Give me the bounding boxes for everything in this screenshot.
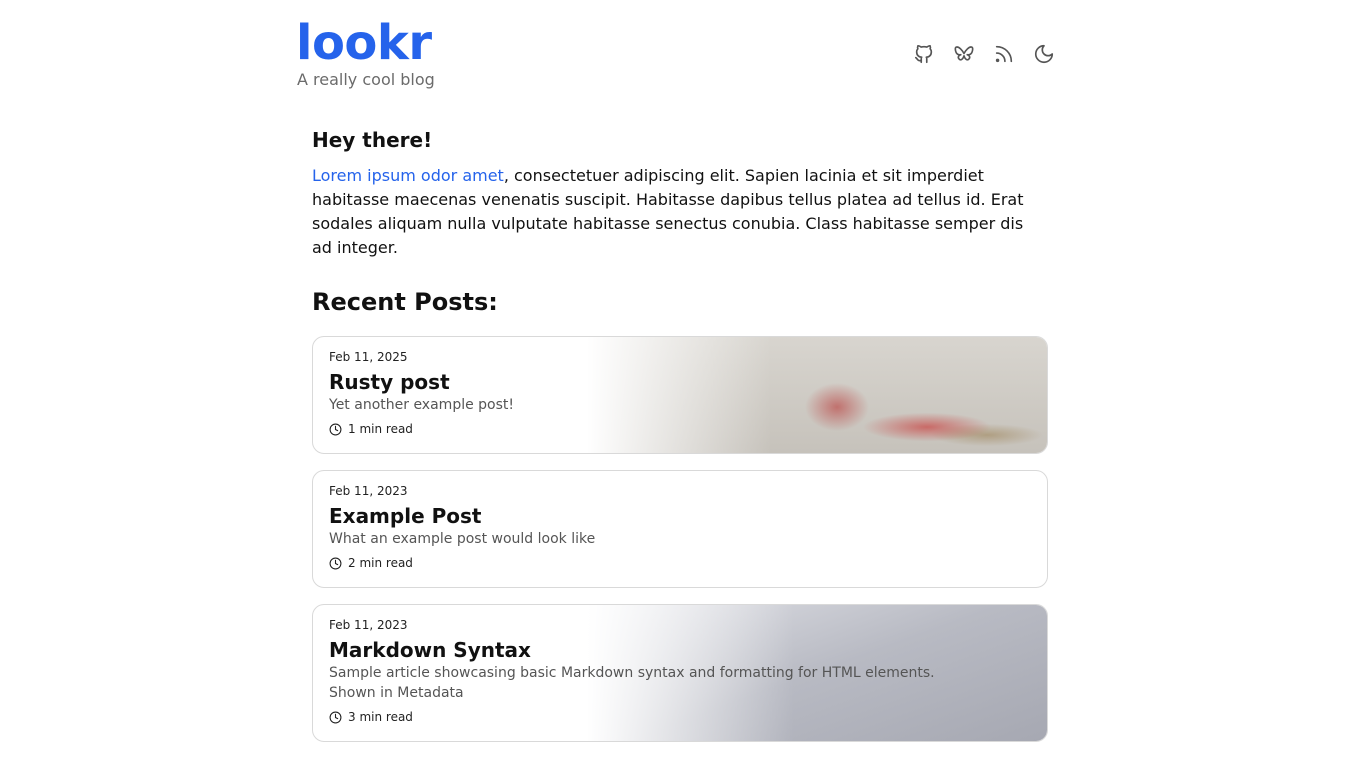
post-date: Feb 11, 2023 [329, 484, 408, 498]
post-description-metadata: Shown in Metadata [329, 685, 464, 701]
clock-icon [329, 711, 342, 724]
post-description: Sample article showcasing basic Markdown… [329, 665, 935, 681]
read-time-label: 2 min read [348, 556, 413, 570]
post-read-time: 2 min read [329, 555, 1031, 571]
site-title[interactable]: lookr [296, 14, 432, 72]
post-list: Feb 11, 2025 Rusty post Yet another exam… [312, 336, 1048, 742]
header-icon-bar [912, 42, 1056, 66]
intro-heading: Hey there! [312, 128, 433, 152]
main-content: Hey there! Lorem ipsum odor amet, consec… [312, 124, 1048, 758]
clock-icon [329, 557, 342, 570]
post-date: Feb 11, 2025 [329, 350, 408, 364]
moon-icon[interactable] [1032, 42, 1056, 66]
post-read-time: 3 min read [329, 709, 1031, 725]
rss-icon[interactable] [992, 42, 1016, 66]
bluesky-butterfly-icon[interactable] [952, 42, 976, 66]
post-date: Feb 11, 2023 [329, 618, 408, 632]
post-card-example-post[interactable]: Feb 11, 2023 Example Post What an exampl… [312, 470, 1048, 588]
post-description: Yet another example post! [329, 397, 515, 413]
post-read-time: 1 min read [329, 421, 1031, 437]
recent-posts-heading: Recent Posts: [312, 288, 498, 316]
post-card-rusty-post[interactable]: Feb 11, 2025 Rusty post Yet another exam… [312, 336, 1048, 454]
intro-link[interactable]: Lorem ipsum odor amet [312, 166, 504, 185]
post-description: What an example post would look like [329, 531, 596, 547]
intro-paragraph: Lorem ipsum odor amet, consectetuer adip… [312, 164, 1048, 260]
github-icon[interactable] [912, 42, 936, 66]
read-time-label: 3 min read [348, 710, 413, 724]
site-header: lookr A really cool blog [296, 14, 1056, 98]
site-tagline: A really cool blog [297, 70, 435, 89]
read-time-label: 1 min read [348, 422, 413, 436]
post-title[interactable]: Markdown Syntax [329, 637, 1031, 663]
post-card-markdown-syntax[interactable]: Feb 11, 2023 Markdown Syntax Sample arti… [312, 604, 1048, 742]
post-title[interactable]: Rusty post [329, 369, 1031, 395]
post-title[interactable]: Example Post [329, 503, 1031, 529]
clock-icon [329, 423, 342, 436]
